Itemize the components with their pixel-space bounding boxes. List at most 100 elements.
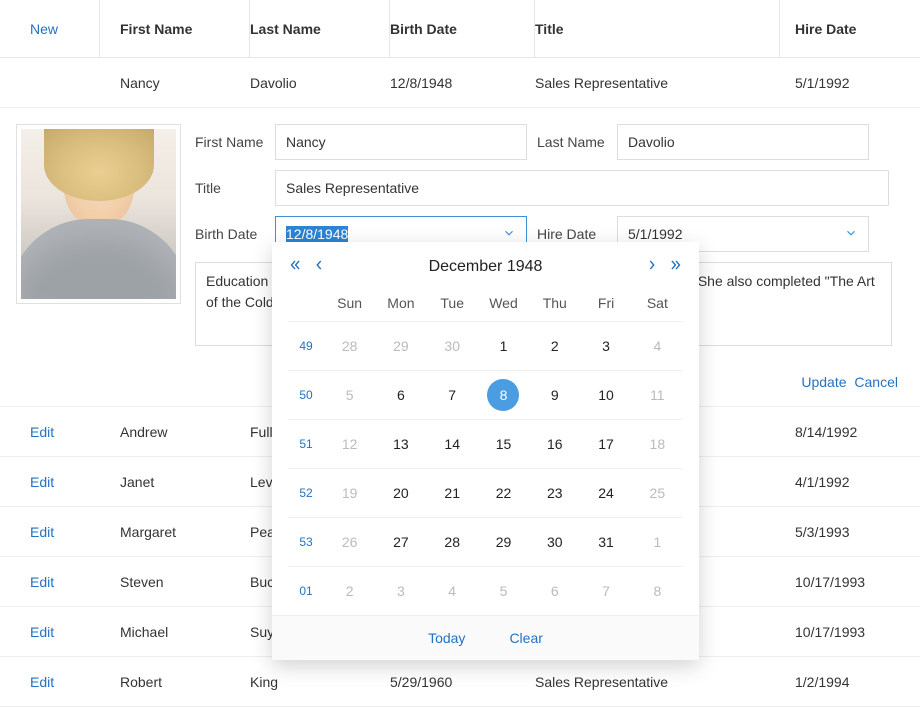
update-button[interactable]: Update: [801, 374, 846, 390]
calendar-day[interactable]: 25: [632, 485, 683, 501]
calendar-day[interactable]: 13: [375, 436, 426, 452]
calendar-day[interactable]: 28: [324, 338, 375, 354]
employee-photo: [16, 124, 181, 304]
chevron-down-icon[interactable]: [844, 226, 858, 243]
calendar-day[interactable]: 6: [529, 583, 580, 599]
calendar-day[interactable]: 22: [478, 485, 529, 501]
cell-birth: 5/29/1960: [390, 674, 535, 690]
calendar-day[interactable]: 12: [324, 436, 375, 452]
calendar-day[interactable]: 27: [375, 534, 426, 550]
calendar-day[interactable]: 7: [580, 583, 631, 599]
calendar-day[interactable]: 9: [529, 387, 580, 403]
calendar-day[interactable]: 28: [427, 534, 478, 550]
editing-row-summary: Nancy Davolio 12/8/1948 Sales Representa…: [0, 58, 920, 108]
calendar-dow: SunMon TueWed ThuFri Sat: [272, 293, 699, 321]
week-number: 53: [288, 535, 324, 549]
calendar-day[interactable]: 4: [427, 583, 478, 599]
first-name-field[interactable]: [275, 124, 527, 160]
cell-hire: 5/3/1993: [780, 524, 920, 540]
calendar-day[interactable]: 30: [427, 338, 478, 354]
label-first: First Name: [195, 134, 265, 150]
calendar-day[interactable]: 3: [375, 583, 426, 599]
calendar-day[interactable]: 17: [580, 436, 631, 452]
calendar-day[interactable]: 18: [632, 436, 683, 452]
calendar-week: 492829301234: [288, 321, 683, 370]
calendar-day[interactable]: 2: [529, 338, 580, 354]
calendar-day[interactable]: 21: [427, 485, 478, 501]
prev-year-icon[interactable]: [288, 256, 302, 277]
cell-title: Sales Representative: [535, 674, 780, 690]
hire-date-value: 5/1/1992: [628, 226, 683, 242]
next-year-icon[interactable]: [669, 256, 683, 277]
week-number: 01: [288, 584, 324, 598]
cell-last: King: [250, 674, 390, 690]
cancel-button[interactable]: Cancel: [854, 374, 898, 390]
calendar-day[interactable]: 10: [580, 387, 631, 403]
label-hire: Hire Date: [537, 226, 607, 242]
calendar-day[interactable]: 29: [375, 338, 426, 354]
cell-first: Andrew: [100, 424, 250, 440]
calendar-day[interactable]: 19: [324, 485, 375, 501]
new-button[interactable]: New: [30, 21, 58, 37]
calendar-day[interactable]: 8: [478, 379, 529, 411]
calendar-day[interactable]: 20: [375, 485, 426, 501]
calendar-day[interactable]: 16: [529, 436, 580, 452]
header-birth[interactable]: Birth Date: [390, 0, 535, 57]
edit-button[interactable]: Edit: [30, 524, 54, 540]
calendar-day[interactable]: 29: [478, 534, 529, 550]
edit-button[interactable]: Edit: [30, 624, 54, 640]
calendar-week: 532627282930311: [288, 517, 683, 566]
header-new: New: [0, 0, 100, 57]
calendar-day[interactable]: 30: [529, 534, 580, 550]
cell-first: Nancy: [100, 75, 250, 91]
header-first[interactable]: First Name: [100, 0, 250, 57]
calendar-title[interactable]: December 1948: [429, 258, 543, 276]
calendar-day[interactable]: 7: [427, 387, 478, 403]
edit-button[interactable]: Edit: [30, 574, 54, 590]
calendar-day[interactable]: 1: [632, 534, 683, 550]
calendar-week: 5112131415161718: [288, 419, 683, 468]
calendar-day[interactable]: 26: [324, 534, 375, 550]
today-button[interactable]: Today: [428, 630, 465, 646]
header-hire[interactable]: Hire Date: [780, 0, 920, 57]
calendar-day[interactable]: 24: [580, 485, 631, 501]
header-last[interactable]: Last Name: [250, 0, 390, 57]
cell-hire: 10/17/1993: [780, 624, 920, 640]
calendar-day[interactable]: 3: [580, 338, 631, 354]
cell-hire: 4/1/1992: [780, 474, 920, 490]
edit-button[interactable]: Edit: [30, 424, 54, 440]
table-row: EditRobertKing5/29/1960Sales Representat…: [0, 657, 920, 707]
calendar-day[interactable]: 15: [478, 436, 529, 452]
calendar-week: 5219202122232425: [288, 468, 683, 517]
edit-button[interactable]: Edit: [30, 674, 54, 690]
clear-button[interactable]: Clear: [509, 630, 542, 646]
calendar-week: 012345678: [288, 566, 683, 615]
cell-last: Davolio: [250, 75, 390, 91]
prev-month-icon[interactable]: [312, 256, 326, 277]
last-name-field[interactable]: [617, 124, 869, 160]
cell-hire: 8/14/1992: [780, 424, 920, 440]
calendar-day[interactable]: 23: [529, 485, 580, 501]
chevron-down-icon[interactable]: [502, 226, 516, 243]
calendar-day[interactable]: 1: [478, 338, 529, 354]
calendar-day[interactable]: 5: [324, 387, 375, 403]
next-month-icon[interactable]: [645, 256, 659, 277]
calendar-day[interactable]: 4: [632, 338, 683, 354]
calendar-popup: December 1948 SunMon TueWed ThuFri Sat 4…: [272, 242, 699, 660]
week-number: 51: [288, 437, 324, 451]
cell-title: Sales Representative: [535, 75, 780, 91]
cell-hire: 1/2/1994: [780, 674, 920, 690]
calendar-day[interactable]: 8: [632, 583, 683, 599]
avatar: [21, 129, 176, 299]
cell-first: Michael: [100, 624, 250, 640]
title-field[interactable]: [275, 170, 889, 206]
calendar-day[interactable]: 14: [427, 436, 478, 452]
calendar-day[interactable]: 11: [632, 387, 683, 403]
cell-hire: 10/17/1993: [780, 574, 920, 590]
calendar-day[interactable]: 2: [324, 583, 375, 599]
calendar-day[interactable]: 31: [580, 534, 631, 550]
edit-button[interactable]: Edit: [30, 474, 54, 490]
calendar-day[interactable]: 6: [375, 387, 426, 403]
header-title[interactable]: Title: [535, 0, 780, 57]
calendar-day[interactable]: 5: [478, 583, 529, 599]
